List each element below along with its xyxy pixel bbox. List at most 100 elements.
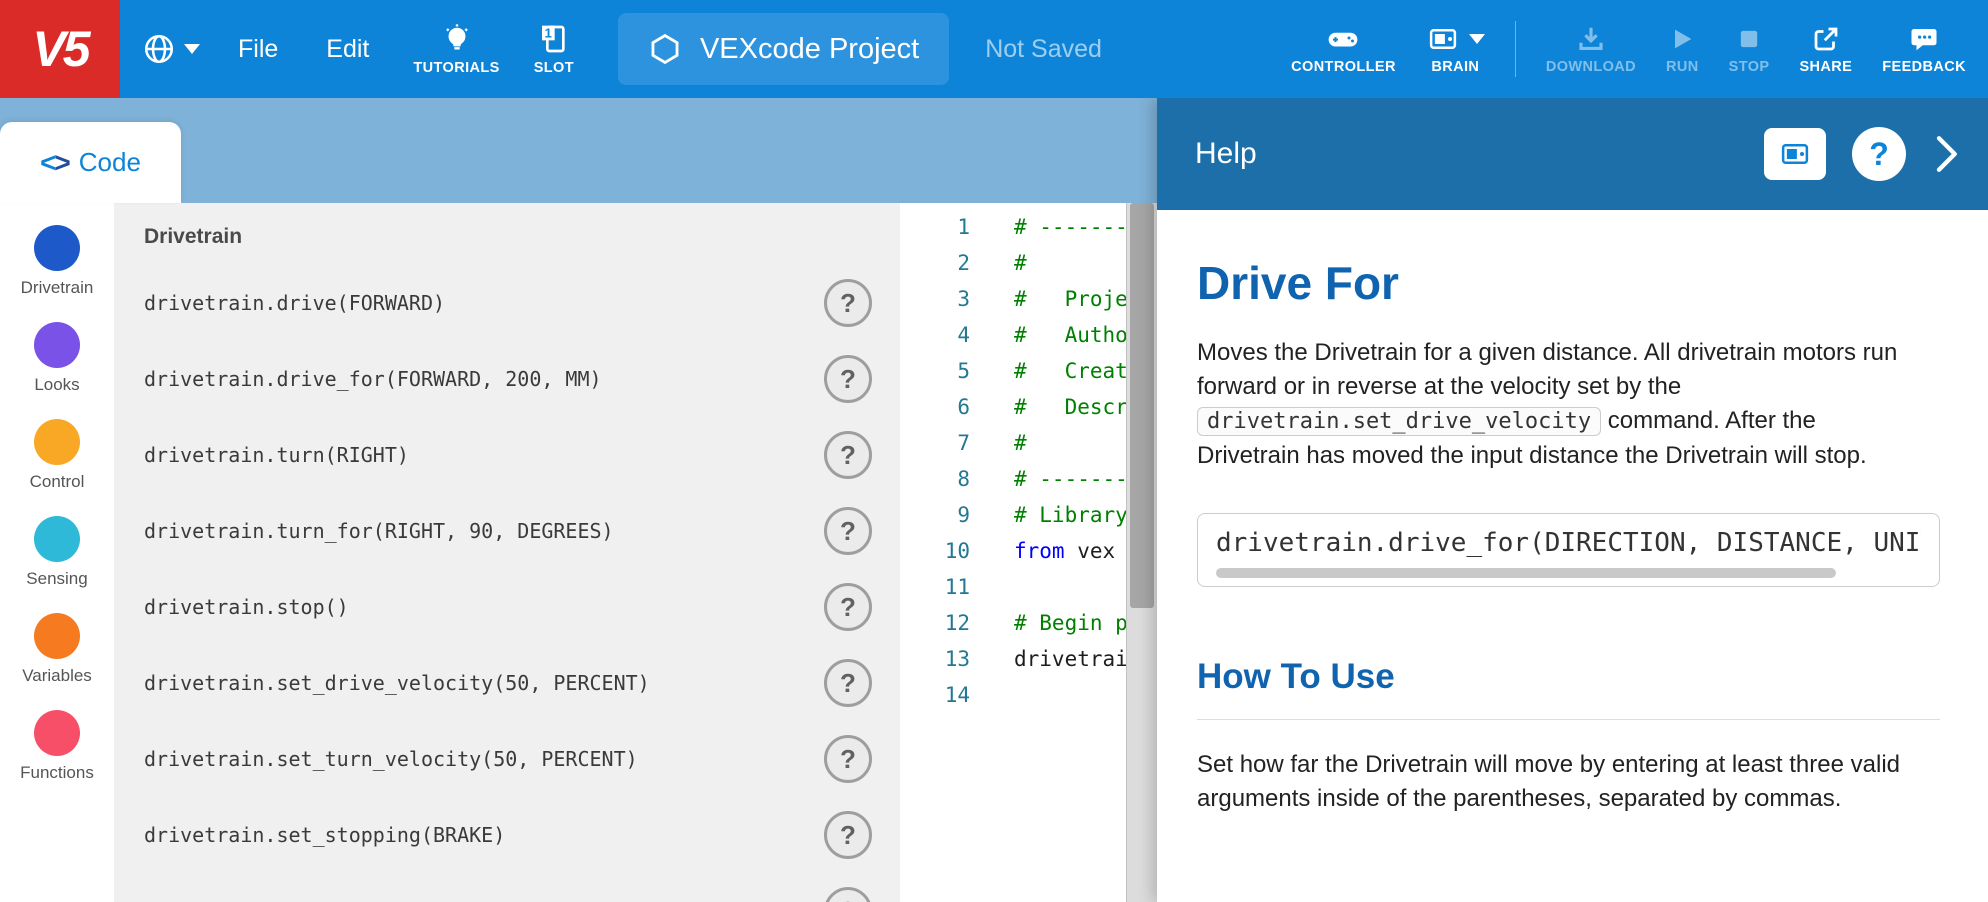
- help-panel: Help ? Drive For Moves the Drivet: [1157, 98, 1988, 902]
- download-button[interactable]: DOWNLOAD: [1546, 24, 1636, 75]
- command-help-button[interactable]: ?: [824, 887, 872, 902]
- help-question-button[interactable]: ?: [1852, 127, 1906, 181]
- brain-caret-icon[interactable]: [1469, 34, 1485, 44]
- category-dot-icon[interactable]: [34, 516, 80, 562]
- editor-line[interactable]: 4# Autho: [900, 317, 1157, 353]
- sidebar-item-control[interactable]: Control: [0, 419, 114, 516]
- how-to-use-heading: How To Use: [1197, 657, 1940, 697]
- category-dot-icon[interactable]: [34, 225, 80, 271]
- tutorials-label: TUTORIALS: [413, 60, 499, 76]
- feedback-button[interactable]: FEEDBACK: [1882, 24, 1966, 75]
- stop-label: STOP: [1729, 59, 1770, 75]
- command-help-button[interactable]: ?: [824, 355, 872, 403]
- editor-line[interactable]: 9# Library: [900, 497, 1157, 533]
- tutorials-button[interactable]: TUTORIALS: [413, 23, 499, 76]
- command-row[interactable]: ?: [114, 873, 900, 902]
- command-row[interactable]: drivetrain.drive_for(FORWARD, 200, MM)?: [114, 341, 900, 417]
- sidebar-item-functions[interactable]: Functions: [0, 710, 114, 807]
- command-help-button[interactable]: ?: [824, 583, 872, 631]
- command-text[interactable]: drivetrain.drive(FORWARD): [144, 291, 445, 315]
- editor-line[interactable]: 7#: [900, 425, 1157, 461]
- usage-paragraph: Set how far the Drivetrain will move by …: [1197, 748, 1907, 816]
- command-help-button[interactable]: ?: [824, 735, 872, 783]
- command-text[interactable]: drivetrain.drive_for(FORWARD, 200, MM): [144, 367, 602, 391]
- category-label: Variables: [22, 666, 92, 686]
- vex-logo-text: V5: [32, 20, 87, 78]
- editor-line[interactable]: 5# Create: [900, 353, 1157, 389]
- command-row[interactable]: drivetrain.stop()?: [114, 569, 900, 645]
- command-help-button[interactable]: ?: [824, 431, 872, 479]
- project-name: VEXcode Project: [700, 33, 919, 66]
- command-help-button[interactable]: ?: [824, 279, 872, 327]
- command-text[interactable]: drivetrain.turn(RIGHT): [144, 443, 409, 467]
- device-actions: CONTROLLER BRAIN: [1291, 21, 1988, 77]
- editor-line[interactable]: 6# Descri: [900, 389, 1157, 425]
- editor-line[interactable]: 14: [900, 677, 1157, 713]
- controller-icon: [1323, 24, 1363, 54]
- collapse-chevron-icon[interactable]: [1932, 132, 1960, 176]
- editor-scrollbar[interactable]: [1126, 203, 1157, 902]
- controller-button[interactable]: CONTROLLER: [1291, 24, 1396, 75]
- sidebar-item-looks[interactable]: Looks: [0, 322, 114, 419]
- command-row[interactable]: drivetrain.set_turn_velocity(50, PERCENT…: [114, 721, 900, 797]
- category-label: Functions: [20, 763, 94, 783]
- help-title: Help: [1195, 137, 1257, 171]
- category-dot-icon[interactable]: [34, 322, 80, 368]
- horizontal-scrollbar-thumb[interactable]: [1216, 568, 1836, 578]
- project-name-box[interactable]: VEXcode Project: [618, 13, 949, 85]
- editor-line[interactable]: 8# -------------------------------------…: [900, 461, 1157, 497]
- code-token: from: [1014, 539, 1065, 563]
- brain-icon: [1426, 24, 1460, 54]
- scrollbar-thumb[interactable]: [1130, 203, 1154, 608]
- brain-help-button[interactable]: [1764, 128, 1826, 180]
- command-row[interactable]: drivetrain.turn_for(RIGHT, 90, DEGREES)?: [114, 493, 900, 569]
- command-row[interactable]: drivetrain.set_drive_velocity(50, PERCEN…: [114, 645, 900, 721]
- category-dot-icon[interactable]: [34, 419, 80, 465]
- brain-label: BRAIN: [1431, 59, 1479, 75]
- editor-panel[interactable]: 1# -------------------------------------…: [900, 203, 1157, 902]
- command-row[interactable]: drivetrain.set_stopping(BRAKE)?: [114, 797, 900, 873]
- feedback-label: FEEDBACK: [1882, 59, 1966, 75]
- edit-menu[interactable]: Edit: [302, 0, 393, 98]
- command-help-button[interactable]: ?: [824, 811, 872, 859]
- code-example-box[interactable]: drivetrain.drive_for(DIRECTION, DISTANCE…: [1197, 513, 1940, 587]
- editor-line[interactable]: 11: [900, 569, 1157, 605]
- command-text[interactable]: drivetrain.stop(): [144, 595, 349, 619]
- code-tab[interactable]: <> Code: [0, 122, 181, 203]
- command-help-button[interactable]: ?: [824, 659, 872, 707]
- category-dot-icon[interactable]: [34, 710, 80, 756]
- brain-button[interactable]: BRAIN: [1426, 24, 1485, 75]
- run-button[interactable]: RUN: [1666, 24, 1699, 75]
- command-text[interactable]: drivetrain.set_drive_velocity(50, PERCEN…: [144, 671, 650, 695]
- command-text[interactable]: drivetrain.set_stopping(BRAKE): [144, 823, 505, 847]
- chevron-down-icon: [184, 44, 200, 54]
- editor-line[interactable]: 12# Begin project code: [900, 605, 1157, 641]
- sidebar-item-drivetrain[interactable]: Drivetrain: [0, 225, 114, 322]
- command-help-button[interactable]: ?: [824, 507, 872, 555]
- share-button[interactable]: SHARE: [1799, 24, 1852, 75]
- slot-button[interactable]: 1 SLOT: [534, 23, 574, 76]
- editor-line-text: # Autho: [1014, 317, 1128, 353]
- category-label: Sensing: [26, 569, 87, 589]
- sidebar-item-sensing[interactable]: Sensing: [0, 516, 114, 613]
- command-text[interactable]: drivetrain.turn_for(RIGHT, 90, DEGREES): [144, 519, 614, 543]
- lightbulb-icon: [441, 23, 473, 55]
- category-dot-icon[interactable]: [34, 613, 80, 659]
- command-list: drivetrain.drive(FORWARD)?drivetrain.dri…: [114, 265, 900, 902]
- editor-line[interactable]: 13drivetrain.: [900, 641, 1157, 677]
- stop-button[interactable]: STOP: [1729, 24, 1770, 75]
- editor-line[interactable]: 2#: [900, 245, 1157, 281]
- command-text[interactable]: drivetrain.set_turn_velocity(50, PERCENT…: [144, 747, 638, 771]
- language-menu[interactable]: [142, 32, 200, 66]
- command-row[interactable]: drivetrain.drive(FORWARD)?: [114, 265, 900, 341]
- help-header: Help ?: [1157, 98, 1988, 210]
- file-menu[interactable]: File: [214, 0, 302, 98]
- command-row[interactable]: drivetrain.turn(RIGHT)?: [114, 417, 900, 493]
- editor-line[interactable]: 3# Proje: [900, 281, 1157, 317]
- line-number: 11: [900, 569, 970, 605]
- category-label: Control: [30, 472, 85, 492]
- editor-line[interactable]: 1# -------------------------------------…: [900, 209, 1157, 245]
- code-example-text: drivetrain.drive_for(DIRECTION, DISTANCE…: [1216, 528, 1921, 558]
- editor-line[interactable]: 10from vex import: [900, 533, 1157, 569]
- sidebar-item-variables[interactable]: Variables: [0, 613, 114, 710]
